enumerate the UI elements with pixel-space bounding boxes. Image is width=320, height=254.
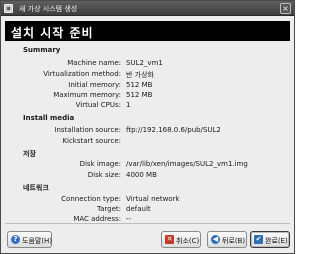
mac-address-label: MAC address: — [73, 215, 121, 223]
finish-button[interactable]: ✔ 완료(E) — [250, 231, 290, 248]
vcpus-row: Virtual CPUs: 1 — [9, 101, 290, 110]
connection-type-row: Connection type: Virtual network — [9, 195, 290, 204]
button-separator — [5, 223, 290, 224]
machine-name-label: Machine name: — [67, 59, 121, 67]
connection-type-value: Virtual network — [126, 195, 180, 203]
back-arrow-icon: ◀ — [211, 235, 220, 244]
window-menu-icon[interactable] — [4, 4, 13, 13]
disk-size-value: 4000 MB — [126, 171, 157, 179]
virtualization-row: Virtualization method: 반 가상화 — [9, 70, 290, 79]
mac-address-value: -- — [126, 215, 132, 223]
disk-image-row: Disk image: /var/lib/xen/images/SUL2_vm1… — [9, 160, 290, 169]
target-value: default — [126, 205, 151, 213]
cancel-button[interactable]: ✕ 취소(C) — [161, 231, 201, 248]
disk-image-value: /var/lib/xen/images/SUL2_vm1.img — [126, 160, 248, 168]
maximum-memory-label: Maximum memory: — [53, 91, 121, 99]
window-title: 새 가상 시스템 생성 — [19, 5, 78, 13]
install-media-heading: Install media — [23, 114, 75, 122]
installation-source-label: Installation source: — [54, 126, 121, 134]
maximum-memory-value: 512 MB — [126, 91, 153, 99]
finish-button-label: 완료(E) — [265, 237, 288, 245]
target-label: Target: — [96, 205, 121, 213]
network-heading: 네트워크 — [23, 184, 49, 192]
maximum-memory-row: Maximum memory: 512 MB — [9, 91, 290, 100]
back-button[interactable]: ◀ 뒤로(B) — [207, 231, 247, 248]
installation-source-row: Installation source: ftp://192.168.0.6/p… — [9, 126, 290, 135]
initial-memory-label: Initial memory: — [68, 81, 121, 89]
close-button[interactable]: × — [280, 3, 291, 14]
page-banner: 설치 시작 준비 — [5, 21, 290, 41]
help-button[interactable]: ? 도움말(H) — [7, 231, 52, 248]
kickstart-source-row: Kickstart source: — [9, 137, 290, 146]
machine-name-value: SUL2_vm1 — [126, 59, 163, 67]
disk-size-label: Disk size: — [87, 171, 121, 179]
vcpus-label: Virtual CPUs: — [75, 101, 121, 109]
cancel-icon: ✕ — [165, 235, 174, 244]
cancel-button-label: 취소(C) — [176, 237, 200, 245]
initial-memory-value: 512 MB — [126, 81, 153, 89]
finish-icon: ✔ — [254, 235, 263, 244]
vcpus-value: 1 — [126, 101, 131, 109]
help-icon: ? — [11, 235, 20, 244]
kickstart-source-label: Kickstart source: — [62, 137, 121, 145]
initial-memory-row: Initial memory: 512 MB — [9, 81, 290, 90]
title-bar: 새 가상 시스템 생성 × — [1, 1, 294, 16]
wizard-window: 새 가상 시스템 생성 × 설치 시작 준비 Summary Machine n… — [0, 0, 295, 254]
target-row: Target: default — [9, 205, 290, 214]
virtualization-label: Virtualization method: — [43, 70, 121, 78]
storage-heading: 저장 — [23, 150, 36, 158]
disk-image-label: Disk image: — [79, 160, 121, 168]
connection-type-label: Connection type: — [61, 195, 121, 203]
machine-name-row: Machine name: SUL2_vm1 — [9, 59, 290, 68]
virtualization-value: 반 가상화 — [126, 71, 154, 79]
disk-size-row: Disk size: 4000 MB — [9, 171, 290, 180]
installation-source-value: ftp://192.168.0.6/pub/SUL2 — [126, 126, 221, 134]
back-button-label: 뒤로(B) — [222, 237, 246, 245]
page-title: 설치 시작 준비 — [11, 26, 94, 40]
summary-heading: Summary — [23, 46, 61, 54]
help-button-label: 도움말(H) — [22, 237, 53, 245]
summary-panel: Summary Machine name: SUL2_vm1 Virtualiz… — [5, 41, 290, 223]
